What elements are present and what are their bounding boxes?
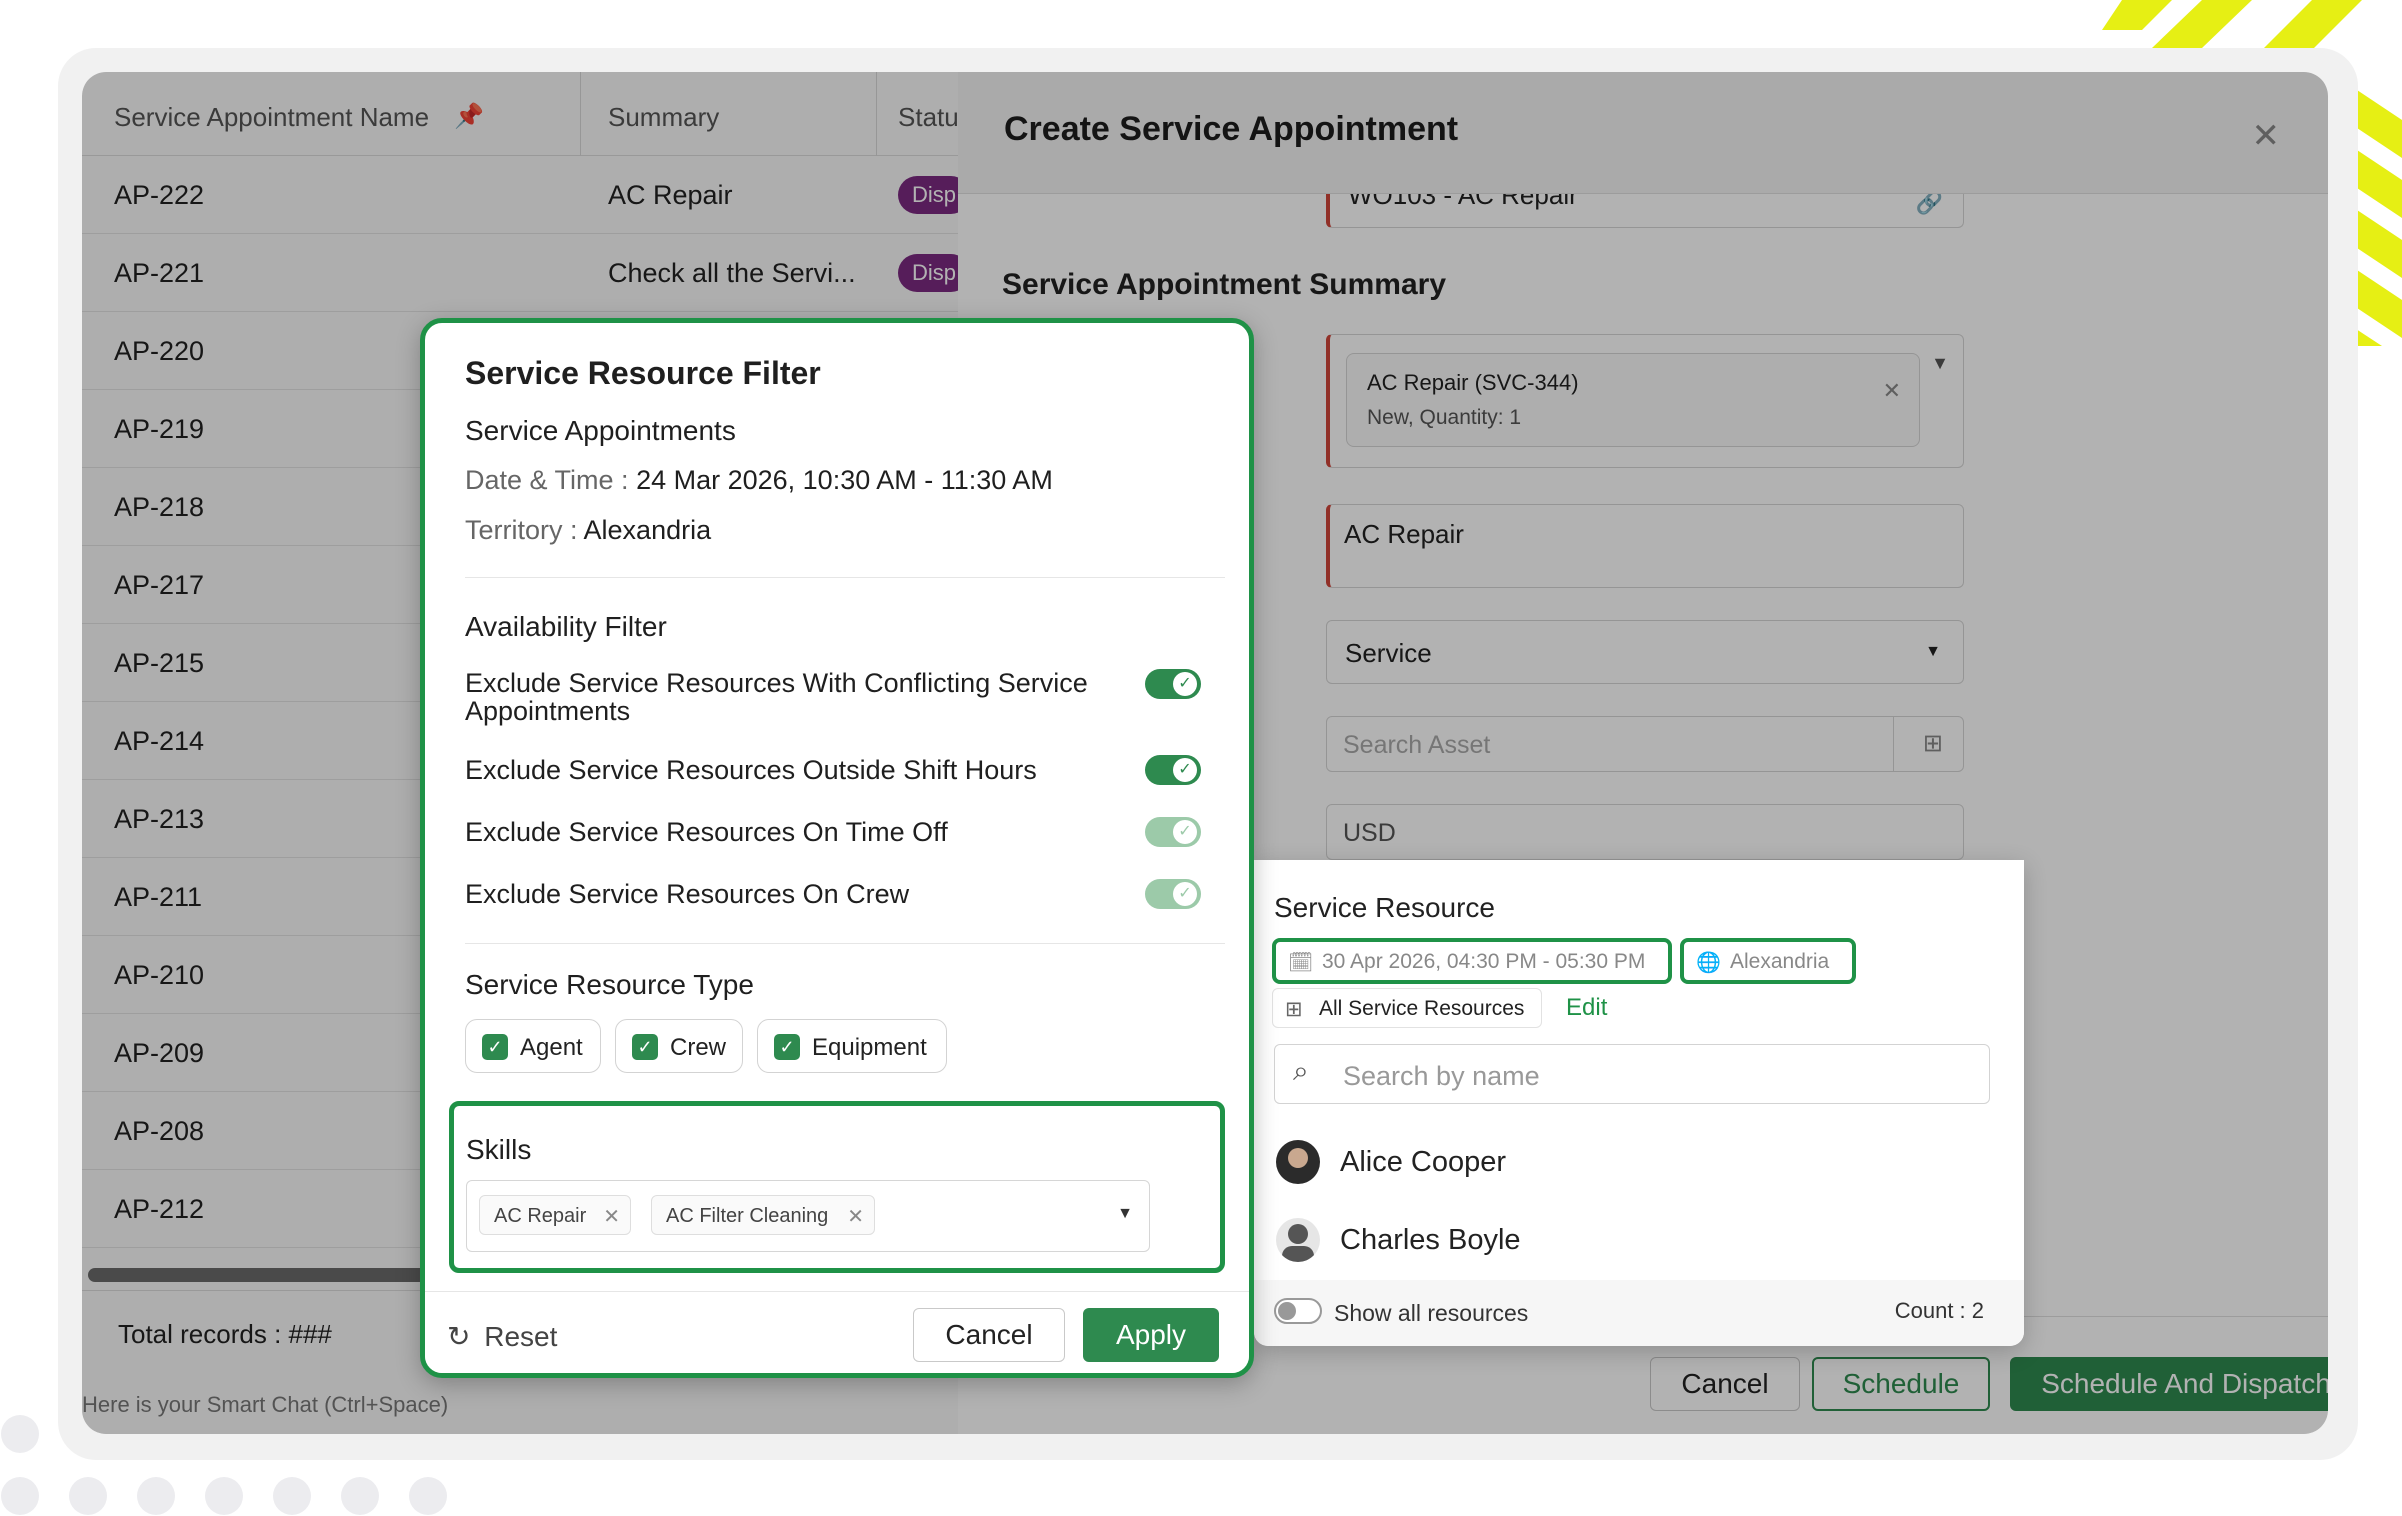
type-chip-agent[interactable]: ✓ Agent	[465, 1019, 601, 1073]
reset-label: Reset	[484, 1321, 558, 1352]
toggle-time-off[interactable]: ✓	[1145, 817, 1201, 847]
skill-tag-ac-repair: AC Repair ✕	[479, 1195, 631, 1235]
type-chip-label: Equipment	[812, 1034, 927, 1061]
edit-link[interactable]: Edit	[1566, 994, 1607, 1022]
avatar	[1276, 1140, 1320, 1184]
datetime-value: 24 Mar 2026, 10:30 AM - 11:30 AM	[636, 465, 1053, 495]
refresh-icon: ↻	[447, 1321, 471, 1352]
resource-name: Alice Cooper	[1340, 1146, 1507, 1178]
filter-title: Service Resource Filter	[465, 355, 821, 391]
service-resource-panel: Service Resource 🗓 30 Apr 2026, 04:30 PM…	[1254, 860, 2024, 1346]
type-chip-crew[interactable]: ✓ Crew	[615, 1019, 743, 1073]
resource-name: Charles Boyle	[1340, 1224, 1521, 1256]
service-resource-filter-popup: Service Resource Filter Service Appointm…	[420, 318, 1254, 1378]
skill-tag-label: AC Repair	[494, 1205, 587, 1227]
date-pill-text: 30 Apr 2026, 04:30 PM - 05:30 PM	[1322, 950, 1646, 973]
availability-heading: Availability Filter	[465, 611, 667, 642]
all-resources-label: All Service Resources	[1319, 997, 1525, 1020]
divider	[465, 943, 1225, 944]
territory-row: Territory : Alexandria	[465, 515, 711, 546]
datetime-row: Date & Time : 24 Mar 2026, 10:30 AM - 11…	[465, 465, 1053, 496]
remove-skill-icon[interactable]: ✕	[603, 1204, 620, 1229]
show-all-toggle[interactable]	[1274, 1298, 1322, 1324]
reset-button[interactable]: ↻ Reset	[447, 1320, 557, 1353]
territory-pill-text: Alexandria	[1730, 950, 1830, 973]
filter-footer: ↻ Reset Cancel Apply	[425, 1291, 1249, 1373]
type-heading: Service Resource Type	[465, 969, 754, 1000]
filter-cancel-button[interactable]: Cancel	[913, 1308, 1065, 1362]
territory-value: Alexandria	[583, 515, 712, 545]
resource-footer: Show all resources Count : 2	[1254, 1280, 2024, 1346]
all-resources-chip[interactable]: ⊞ All Service Resources	[1272, 988, 1542, 1028]
checkbox-checked-icon[interactable]: ✓	[774, 1034, 800, 1060]
skills-heading: Skills	[466, 1134, 532, 1165]
skills-section: Skills AC Repair ✕ AC Filter Cleaning ✕ …	[449, 1101, 1225, 1273]
territory-filter-pill[interactable]: 🌐 Alexandria	[1680, 938, 1856, 984]
resource-count: Count : 2	[1894, 1298, 1984, 1323]
grid-icon: ⊞	[1285, 998, 1303, 1021]
date-filter-pill[interactable]: 🗓 30 Apr 2026, 04:30 PM - 05:30 PM	[1272, 938, 1672, 984]
apply-button[interactable]: Apply	[1083, 1308, 1219, 1362]
toggle-label-time-off: Exclude Service Resources On Time Off	[465, 817, 948, 847]
resource-title: Service Resource	[1274, 892, 1495, 923]
appointments-heading: Service Appointments	[465, 415, 736, 446]
calendar-icon: 🗓	[1288, 952, 1314, 974]
search-placeholder: Search by name	[1343, 1061, 1540, 1091]
toggle-on-crew[interactable]: ✓	[1145, 879, 1201, 909]
type-chip-label: Agent	[520, 1034, 583, 1061]
search-input[interactable]: ⌕ Search by name	[1274, 1044, 1990, 1104]
remove-skill-icon[interactable]: ✕	[847, 1204, 864, 1229]
skills-multiselect[interactable]: AC Repair ✕ AC Filter Cleaning ✕ ▼	[466, 1180, 1150, 1252]
toggle-shift-hours[interactable]: ✓	[1145, 755, 1201, 785]
globe-icon: 🌐	[1696, 952, 1721, 974]
datetime-label: Date & Time :	[465, 465, 637, 495]
chevron-down-icon[interactable]: ▼	[1117, 1205, 1133, 1223]
checkbox-checked-icon[interactable]: ✓	[632, 1034, 658, 1060]
skill-tag-label: AC Filter Cleaning	[666, 1205, 829, 1227]
territory-label: Territory :	[465, 515, 584, 545]
checkbox-checked-icon[interactable]: ✓	[482, 1034, 508, 1060]
resource-item-alice[interactable]: Alice Cooper	[1276, 1140, 1576, 1188]
toggle-conflicting[interactable]: ✓	[1145, 669, 1201, 699]
search-icon: ⌕	[1293, 1055, 1309, 1086]
resource-item-charles[interactable]: Charles Boyle	[1276, 1218, 1576, 1266]
toggle-label-conflicting: Exclude Service Resources With Conflicti…	[465, 668, 1088, 726]
avatar	[1276, 1218, 1320, 1262]
type-chip-equipment[interactable]: ✓ Equipment	[757, 1019, 947, 1073]
divider	[465, 577, 1225, 578]
type-chip-label: Crew	[670, 1034, 727, 1061]
toggle-label-shift-hours: Exclude Service Resources Outside Shift …	[465, 755, 1037, 785]
show-all-label: Show all resources	[1334, 1300, 1529, 1326]
toggle-label-on-crew: Exclude Service Resources On Crew	[465, 879, 910, 909]
skill-tag-ac-filter-cleaning: AC Filter Cleaning ✕	[651, 1195, 875, 1235]
